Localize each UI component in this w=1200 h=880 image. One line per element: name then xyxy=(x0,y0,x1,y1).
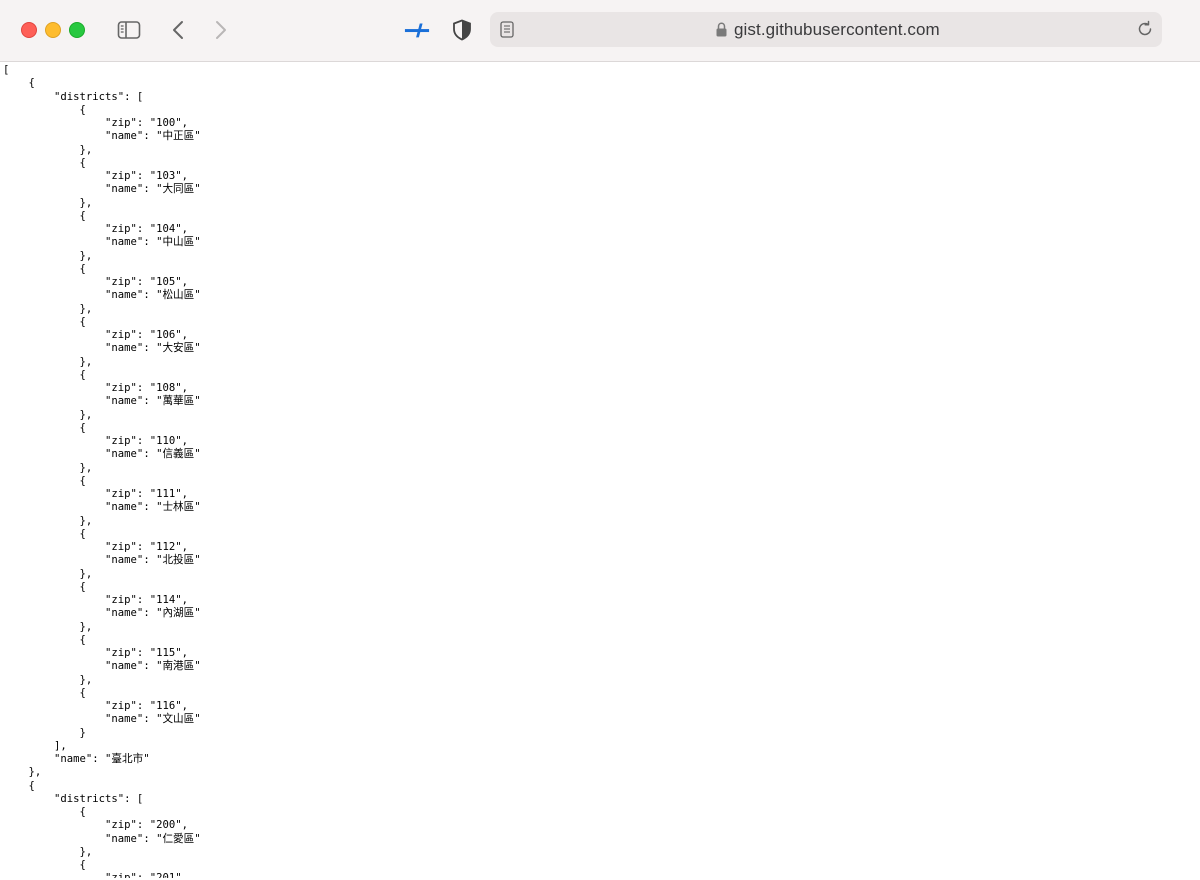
extension-icon[interactable] xyxy=(404,17,430,43)
reader-icon[interactable] xyxy=(500,21,514,43)
maximize-window-button[interactable] xyxy=(69,22,85,38)
sidebar-icon[interactable] xyxy=(116,17,142,43)
url-text[interactable]: gist.githubusercontent.com xyxy=(734,20,940,40)
address-bar[interactable]: gist.githubusercontent.com xyxy=(490,12,1162,47)
shield-icon[interactable] xyxy=(449,17,475,43)
page-content: [ { "districts": [ { "zip": "100", "name… xyxy=(3,64,1193,878)
json-text: [ { "districts": [ { "zip": "100", "name… xyxy=(3,64,201,878)
browser-toolbar: gist.githubusercontent.com xyxy=(0,0,1200,62)
lock-icon xyxy=(716,22,727,42)
reload-icon[interactable] xyxy=(1136,20,1154,43)
minimize-window-button[interactable] xyxy=(45,22,61,38)
chevron-right-icon[interactable] xyxy=(208,17,234,43)
chevron-left-icon[interactable] xyxy=(165,17,191,43)
close-window-button[interactable] xyxy=(21,22,37,38)
